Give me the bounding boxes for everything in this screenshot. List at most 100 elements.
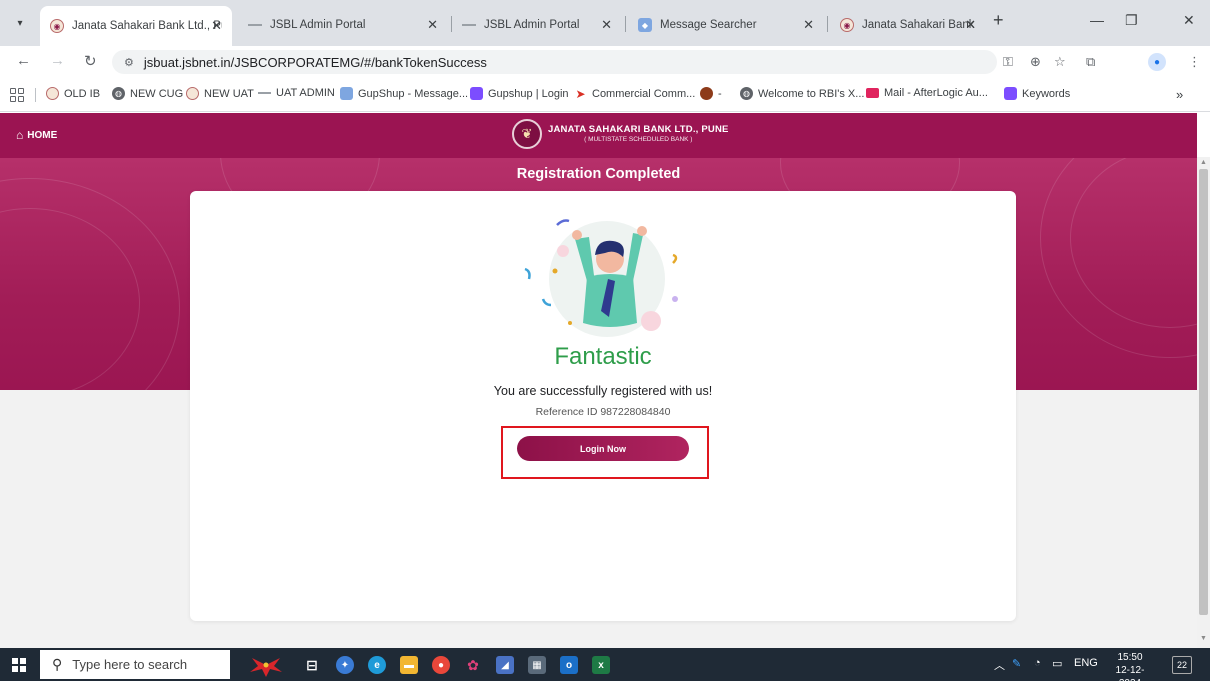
- tab-search-chevron-icon[interactable]: ▾: [10, 13, 30, 33]
- bank-icon: [186, 87, 199, 100]
- new-tab-plus-icon[interactable]: +: [993, 10, 1004, 31]
- pen-icon[interactable]: ✎: [1012, 657, 1021, 670]
- site-info-icon[interactable]: ⚙: [124, 56, 134, 69]
- tab-separator: [827, 16, 828, 32]
- close-tab-icon[interactable]: ✕: [803, 17, 814, 33]
- home-link[interactable]: ⌂ HOME: [16, 128, 57, 142]
- browser-tab-strip: ▾ ◉ Janata Sahakari Bank Ltd., Pu ✕ JSBL…: [0, 0, 1210, 46]
- tab-jsbl-admin-1[interactable]: JSBL Admin Portal ✕: [238, 9, 448, 41]
- celebration-illustration-icon: [524, 219, 678, 337]
- taskbar-search-input[interactable]: ⚲ Type here to search: [40, 650, 230, 679]
- close-window-icon[interactable]: ✕: [1183, 12, 1195, 29]
- dash-favicon-icon: [248, 24, 262, 26]
- notification-count: 22: [1176, 660, 1187, 670]
- tab-janata-bank-active[interactable]: ◉ Janata Sahakari Bank Ltd., Pu ✕: [40, 6, 232, 46]
- app-icon-red[interactable]: ✿: [464, 656, 482, 674]
- app-icon-blue[interactable]: ◢: [496, 656, 514, 674]
- page-scrollbar[interactable]: ▲ ▼: [1197, 157, 1210, 648]
- url-input[interactable]: ⚙ jsbuat.jsbnet.in/JSBCORPORATEMG/#/bank…: [112, 50, 997, 74]
- file-explorer-icon[interactable]: ▬: [400, 656, 418, 674]
- bank-logo-icon: ❦: [512, 119, 542, 149]
- bank-header: ⌂ HOME ❦ JANATA SAHAKARI BANK LTD., PUNE…: [0, 113, 1197, 158]
- bookmark-star-icon[interactable]: ☆: [1054, 54, 1066, 70]
- close-tab-icon[interactable]: ✕: [965, 17, 976, 33]
- bookmark-rbi[interactable]: ◍ Welcome to RBI's X...: [740, 87, 864, 100]
- extensions-puzzle-icon[interactable]: ⧉: [1086, 54, 1095, 70]
- bookmark-gupshup-login[interactable]: Gupshup | Login: [470, 87, 569, 100]
- tab-message-searcher[interactable]: ◆ Message Searcher ✕: [628, 9, 824, 41]
- language-indicator[interactable]: ENG: [1074, 657, 1098, 669]
- reload-icon[interactable]: ↻: [84, 52, 97, 70]
- tab-jsbl-admin-2[interactable]: JSBL Admin Portal ✕: [452, 9, 622, 41]
- copilot-icon[interactable]: ✦: [336, 656, 354, 674]
- calculator-icon[interactable]: ▦: [528, 656, 546, 674]
- bookmark-new-cug[interactable]: ◍ NEW CUG: [112, 87, 183, 100]
- bookmark-ball[interactable]: -: [700, 87, 722, 100]
- bookmark-keywords[interactable]: Keywords: [1004, 87, 1070, 100]
- search-icon: ⚲: [52, 656, 63, 672]
- success-card: Fantastic You are successfully registere…: [190, 191, 1016, 621]
- bookmark-new-uat[interactable]: NEW UAT: [186, 87, 254, 100]
- scroll-down-icon[interactable]: ▼: [1200, 635, 1207, 642]
- mail-icon: [866, 88, 879, 98]
- bookmark-afterlogic-mail[interactable]: Mail - AfterLogic Au...: [866, 87, 988, 99]
- tray-chevron-up-icon[interactable]: ︿: [994, 657, 1005, 673]
- reference-id: Reference ID 987228084840: [535, 406, 671, 418]
- bookmark-commercial[interactable]: ➤ Commercial Comm...: [574, 86, 695, 101]
- restore-icon[interactable]: ❐: [1125, 12, 1138, 29]
- tab-title: Janata Sahakari Bank Ltd., Pu: [72, 20, 222, 32]
- profile-avatar-icon[interactable]: ●: [1148, 53, 1166, 71]
- task-view-icon[interactable]: ⊟: [303, 656, 321, 674]
- tab-title: JSBL Admin Portal: [270, 19, 366, 31]
- tab-title: Janata Sahakari Bank Ltd., Pu: [862, 19, 976, 31]
- more-menu-icon[interactable]: ⋮: [1188, 54, 1201, 70]
- apps-grid-icon[interactable]: [10, 88, 24, 102]
- login-now-button[interactable]: Login Now: [517, 436, 689, 461]
- scrollbar-thumb[interactable]: [1199, 169, 1208, 615]
- network-icon[interactable]: ▭: [1052, 657, 1062, 670]
- bookmarks-overflow-icon[interactable]: »: [1176, 87, 1183, 102]
- back-arrow-icon[interactable]: ←: [16, 52, 31, 69]
- wifi-icon[interactable]: ◔: [1034, 657, 1041, 669]
- tab-title: Message Searcher: [660, 19, 757, 31]
- globe-icon: ◍: [112, 87, 125, 100]
- forward-arrow-icon[interactable]: →: [50, 52, 65, 69]
- url-text: jsbuat.jsbnet.in/JSBCORPORATEMG/#/bankTo…: [143, 54, 487, 70]
- tab-janata-bank-2[interactable]: ◉ Janata Sahakari Bank Ltd., Pu ✕: [830, 9, 986, 41]
- close-tab-icon[interactable]: ✕: [601, 17, 612, 33]
- ball-icon: [700, 87, 713, 100]
- outlook-icon[interactable]: o: [560, 656, 578, 674]
- tab-title: JSBL Admin Portal: [484, 19, 580, 31]
- password-key-icon[interactable]: ⚿: [1003, 54, 1013, 70]
- edge-browser-icon[interactable]: e: [368, 656, 386, 674]
- commercial-icon: ➤: [575, 86, 586, 101]
- close-tab-icon[interactable]: ✕: [427, 17, 438, 33]
- tab-separator: [625, 16, 626, 32]
- scroll-up-icon[interactable]: ▲: [1200, 159, 1207, 166]
- gupshup-icon: [470, 87, 483, 100]
- close-tab-icon[interactable]: ✕: [211, 18, 222, 34]
- bank-icon: [46, 87, 59, 100]
- globe-icon: ◍: [740, 87, 753, 100]
- bookmark-old-ib[interactable]: OLD IB: [46, 87, 100, 100]
- gupshup-icon: [1004, 87, 1017, 100]
- zoom-icon[interactable]: ⊕: [1030, 54, 1041, 70]
- success-message: You are successfully registered with us!: [493, 384, 713, 398]
- bank-favicon-icon: ◉: [50, 19, 64, 33]
- windows-taskbar: ⚲ Type here to search ⊟ ✦ e ▬ ● ✿ ◢ ▦ o …: [0, 648, 1210, 689]
- success-headline: Fantastic: [554, 343, 652, 370]
- address-toolbar: ← → ↻ ⚙ jsbuat.jsbnet.in/JSBCORPORATEMG/…: [0, 46, 1210, 78]
- page-title: Registration Completed: [516, 166, 681, 182]
- gupshup-icon: [340, 87, 353, 100]
- chrome-icon[interactable]: ●: [432, 656, 450, 674]
- dash-icon: [258, 92, 271, 94]
- bookmark-gupshup-message[interactable]: GupShup - Message...: [340, 87, 468, 100]
- poinsettia-icon: [250, 658, 282, 677]
- excel-icon[interactable]: x: [592, 656, 610, 674]
- clock[interactable]: 15:50 12-12-2024: [1107, 651, 1153, 690]
- notification-center-icon[interactable]: 22: [1172, 656, 1192, 674]
- windows-start-icon[interactable]: [12, 658, 26, 672]
- bookmark-uat-admin[interactable]: UAT ADMIN: [258, 87, 335, 99]
- clock-time: 15:50: [1117, 652, 1143, 663]
- minimize-icon[interactable]: —: [1090, 12, 1104, 28]
